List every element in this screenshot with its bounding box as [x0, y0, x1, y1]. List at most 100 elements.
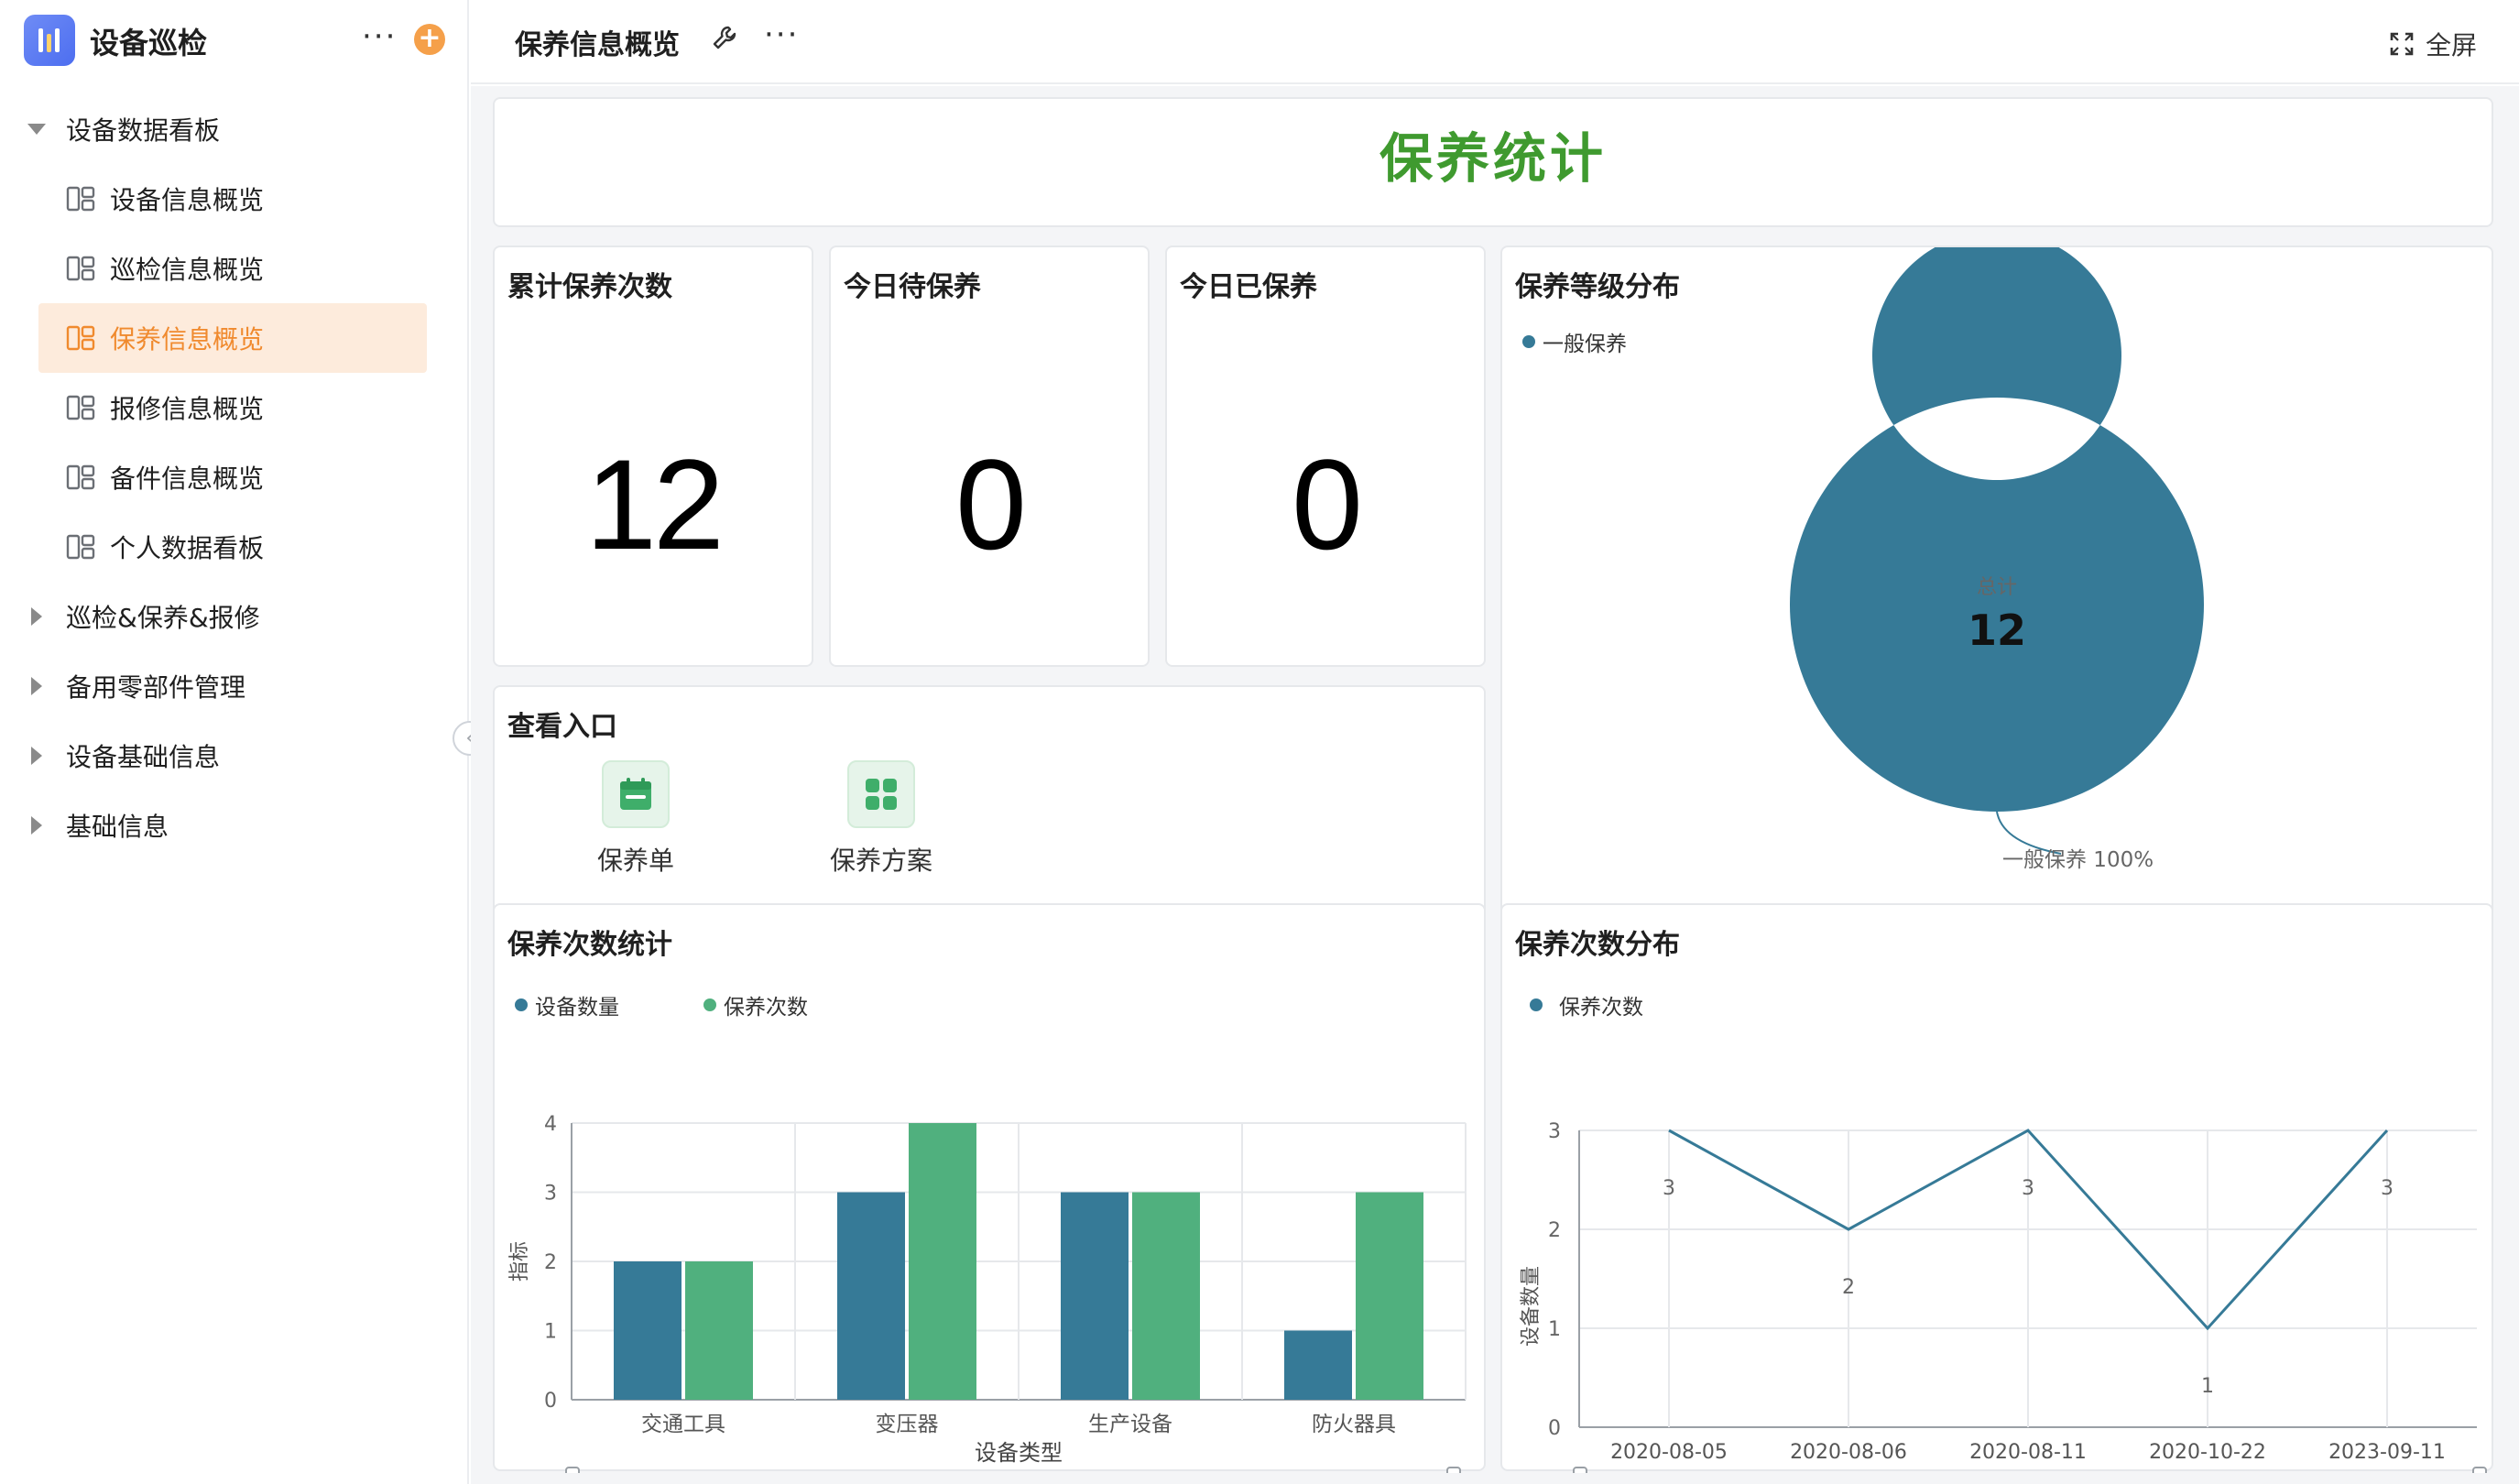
sidebar-item-0[interactable]: 设备数据看板: [27, 94, 416, 164]
entries-title: 查看入口: [507, 711, 617, 743]
kpi-card-done: 今日已保养 0: [1165, 246, 1486, 667]
bar: [1356, 1192, 1423, 1400]
data-label: 3: [2381, 1177, 2394, 1200]
app-header: 设备巡检 ··· +: [0, 0, 469, 82]
sidebar-item-label: 巡检&保养&报修: [66, 603, 260, 633]
maintenance-count-stats-card: 保养次数统计 设备数量 保养次数 0 1 2 3 4 交通工具 变压器 生产设备 防火器具 设备类…: [493, 903, 1486, 1473]
y-tick-label: 2: [544, 1251, 557, 1274]
sidebar-item-5[interactable]: 备件信息概览: [38, 442, 427, 512]
fullscreen-button[interactable]: 全屏: [2389, 26, 2477, 62]
y-tick-label: 3: [1548, 1120, 1561, 1143]
entry-label: 保养单: [596, 846, 674, 876]
donut-slice: [1790, 247, 2204, 812]
y-tick-label: 0: [1548, 1417, 1561, 1440]
caret-right-icon: [31, 677, 42, 695]
sidebar-item-label: 备用零部件管理: [66, 672, 246, 703]
zoom-handle-end: [1446, 1467, 1461, 1473]
kpi-card-total: 累计保养次数 12: [493, 246, 813, 667]
sidebar-item-label: 备件信息概览: [110, 464, 265, 494]
sidebar-item-4[interactable]: 报修信息概览: [38, 373, 427, 442]
caret-right-icon: [31, 816, 42, 835]
sidebar-item-label: 基础信息: [66, 812, 169, 842]
bar: [614, 1261, 682, 1400]
sidebar-item-1[interactable]: 设备信息概览: [38, 164, 427, 234]
entry-label: 保养方案: [829, 846, 932, 876]
zoom-handle-start: [1573, 1467, 1587, 1473]
sidebar-item-label: 保养信息概览: [110, 324, 265, 355]
bar: [685, 1261, 753, 1400]
slice-label: 一般保养 100%: [2002, 848, 2154, 872]
banner-title: 保养统计: [1379, 127, 1607, 190]
bar-chart: 01234交通工具变压器生产设备防火器具设备类型指标交通工具防火器具: [508, 1113, 1467, 1473]
sidebar-item-9[interactable]: 设备基础信息: [27, 721, 416, 791]
y-tick-label: 1: [1548, 1318, 1561, 1341]
data-label: 3: [2022, 1177, 2034, 1200]
entry-maintenance-plan[interactable]: 保养方案: [817, 760, 945, 878]
x-tick-label: 2020-08-06: [1790, 1441, 1907, 1464]
dashboard-icon: [66, 534, 95, 560]
sidebar-item-6[interactable]: 个人数据看板: [38, 512, 427, 582]
dashboard-icon: [66, 186, 95, 212]
sidebar-item-label: 设备数据看板: [66, 115, 221, 146]
zoom-handle-start: [565, 1467, 580, 1473]
sidebar-item-label: 个人数据看板: [110, 533, 265, 563]
sidebar-item-10[interactable]: 基础信息: [27, 791, 416, 860]
fullscreen-icon: [2390, 32, 2414, 56]
bar: [1061, 1192, 1129, 1400]
page-title: 保养信息概览: [515, 29, 680, 61]
y-tick-label: 0: [544, 1390, 557, 1413]
zoom-handle-end: [2472, 1467, 2487, 1473]
y-tick-label: 1: [544, 1321, 557, 1344]
sidebar-item-label: 报修信息概览: [110, 394, 265, 424]
kpi-value: 0: [1292, 432, 1363, 576]
dashboard-icon: [66, 256, 95, 281]
kpi-title: 今日待保养: [844, 271, 981, 303]
x-tick-label: 2020-08-05: [1610, 1441, 1728, 1464]
x-tick-label: 防火器具: [1312, 1413, 1396, 1436]
bar: [837, 1192, 905, 1400]
y-tick-label: 2: [1548, 1219, 1561, 1242]
app-logo-icon: [24, 15, 75, 66]
sidebar-item-label: 设备信息概览: [110, 185, 265, 215]
data-label: 2: [1842, 1276, 1855, 1299]
y-tick-label: 4: [544, 1113, 557, 1136]
calendar-icon: [602, 760, 670, 828]
bar: [1284, 1330, 1352, 1400]
maintenance-count-distribution-card: 保养次数分布 保养次数 0 1 2 3 2020-08-05 2020-08-06 2020…: [1500, 903, 2493, 1473]
data-label: 1: [2201, 1375, 2214, 1398]
kpi-title: 今日已保养: [1180, 271, 1317, 303]
x-tick-label: 变压器: [876, 1413, 939, 1436]
grid-icon: [847, 760, 915, 828]
caret-right-icon: [31, 747, 42, 765]
line-chart: 0 1 2 3 2020-08-05 2020-08-06 2020-08-11 2020-1…: [1520, 1120, 2487, 1473]
sidebar-item-label: 设备基础信息: [66, 742, 221, 772]
y-axis-label: 设备数量: [1520, 1266, 1543, 1347]
sidebar-item-3[interactable]: 保养信息概览: [38, 303, 427, 373]
dashboard-area: 保养统计 累计保养次数 12 今日待保养 0 今日已保养 0 保养等级分布 一般…: [471, 86, 2519, 1484]
y-tick-label: 3: [544, 1183, 557, 1206]
add-icon[interactable]: +: [414, 24, 445, 55]
sidebar-item-2[interactable]: 巡检信息概览: [38, 234, 427, 303]
x-tick-label: 生产设备: [1088, 1413, 1172, 1436]
app-title: 设备巡检: [90, 26, 208, 60]
x-tick-label: 交通工具: [641, 1413, 725, 1436]
fullscreen-label: 全屏: [2425, 30, 2477, 60]
sidebar-item-8[interactable]: 备用零部件管理: [27, 651, 416, 721]
kpi-value: 0: [955, 432, 1027, 576]
center-value: 12: [1968, 606, 2026, 655]
sidebar-item-label: 巡检信息概览: [110, 255, 265, 285]
caret-right-icon: [31, 607, 42, 626]
bar: [909, 1123, 976, 1400]
sidebar-item-7[interactable]: 巡检&保养&报修: [27, 582, 416, 651]
entry-maintenance-order[interactable]: 保养单: [572, 760, 700, 878]
wrench-icon[interactable]: [711, 24, 738, 59]
dashboard-icon: [66, 464, 95, 490]
app-more-icon[interactable]: ···: [362, 18, 397, 55]
top-bar: 保养信息概览 ··· 全屏: [471, 0, 2519, 84]
x-tick-label: 2020-08-11: [1969, 1441, 2087, 1464]
dashboard-icon: [66, 395, 95, 420]
kpi-card-pending: 今日待保养 0: [829, 246, 1150, 667]
caret-down-icon: [27, 124, 46, 135]
page-more-icon[interactable]: ···: [764, 16, 799, 53]
level-distribution-card: 保养等级分布 一般保养 一般保养 100% 总计 12: [1500, 246, 2493, 975]
